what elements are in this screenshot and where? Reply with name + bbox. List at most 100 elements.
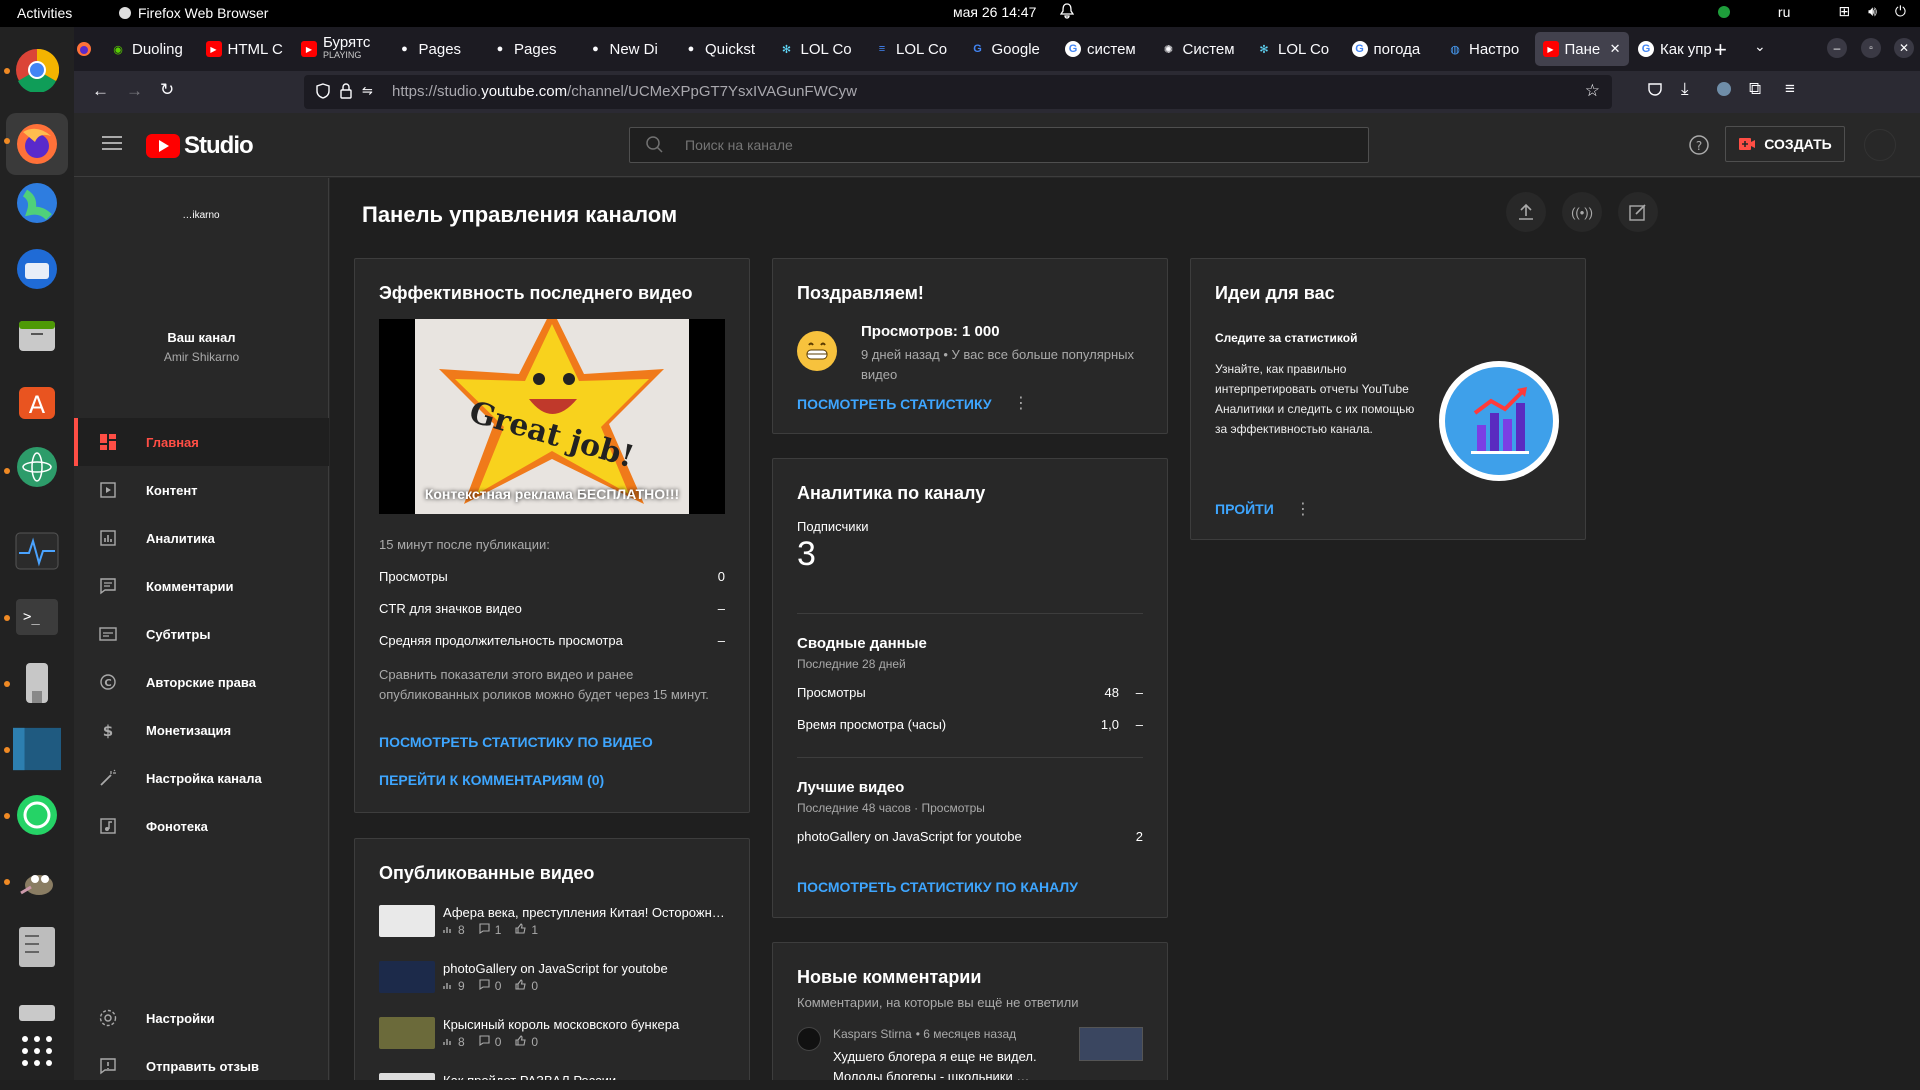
new-tab-button[interactable]: + [1714,37,1727,63]
comment-author[interactable]: Kaspars Stirna [833,1027,912,1041]
back-arrow-icon[interactable]: ← [92,81,109,101]
lock-icon[interactable] [340,83,352,103]
video-title[interactable]: Афера века, преступления Китая! Осторожн… [443,905,723,920]
video-title[interactable]: Крысиный король московского бункера [443,1017,723,1032]
vpn-indicator-icon[interactable] [1717,5,1730,18]
reload-icon[interactable]: ↻ [160,80,174,100]
extension-icon[interactable] [1715,80,1733,103]
upload-icon[interactable] [1506,192,1546,232]
thunderbird-icon[interactable] [13,245,61,293]
sidebar-item[interactable]: $ Монетизация [74,706,329,754]
chrome-icon[interactable] [13,46,61,94]
usb-drive-icon[interactable] [13,659,61,707]
video-thumbnail[interactable] [379,1017,435,1049]
whatsapp-icon[interactable] [13,791,61,839]
ideas-go-link[interactable]: ПРОЙТИ [1215,501,1274,517]
latest-video-thumbnail[interactable]: Great job! Контекстная реклама БЕСПЛАТНО… [379,319,725,514]
video-thumbnail[interactable] [379,1073,435,1080]
channel-search[interactable] [629,127,1369,163]
sidebar-item[interactable]: Контент [74,466,329,514]
browser-tab[interactable]: ● Pages [389,32,483,66]
browser-globe-icon[interactable] [13,179,61,227]
active-app-menu[interactable]: Firefox Web Browser [118,5,268,21]
channel-avatar[interactable]: …ikarno [145,198,257,310]
video-title[interactable]: photoGallery on JavaScript for youtobe [443,961,723,976]
vscode-icon[interactable] [13,725,61,773]
url-text[interactable]: https://studio.youtube.com/channel/UCMeX… [392,83,857,100]
permissions-icon[interactable]: ⇋ [362,83,373,99]
video-list-item[interactable]: Афера века, преступления Китая! Осторожн… [379,905,723,949]
browser-tab[interactable]: G Google [962,32,1056,66]
comment-video-thumbnail[interactable] [1079,1027,1143,1061]
downloads-icon[interactable]: ⤓ [1681,79,1689,99]
gimp-icon[interactable] [13,857,61,905]
sidebar-item[interactable]: Настройка канала [74,754,329,802]
sidebar-item[interactable]: Аналитика [74,514,329,562]
keyboard-layout[interactable]: ru [1778,4,1790,20]
studio-logo[interactable]: Studio [146,132,254,160]
browser-tab[interactable]: Gпогода [1344,32,1438,66]
browser-tab[interactable]: ▶ HTML C [198,32,292,66]
clock[interactable]: мая 26 14:47 [953,4,1036,20]
files-icon[interactable] [13,311,61,359]
browser-tab[interactable]: ▶ Бурятс PLAYING [293,32,387,66]
power-icon[interactable]: ⏻ [1895,3,1906,20]
browser-tab[interactable]: ● Pages [484,32,578,66]
video-title[interactable]: Как пройдет РАЗВАЛ России [443,1073,723,1080]
account-avatar[interactable] [1864,129,1896,161]
create-post-icon[interactable] [1618,192,1658,232]
minimize-window-button[interactable]: – [1827,38,1847,58]
top-video-row[interactable]: photoGallery on JavaScript for youtobe 2 [797,829,1143,844]
close-window-button[interactable]: ✕ [1894,38,1914,58]
forward-arrow-icon[interactable]: → [126,81,143,101]
activities-button[interactable]: Activities [17,5,72,21]
browser-tab[interactable]: ✻ LOL Co [1248,32,1342,66]
url-bar[interactable]: ⇋ https://studio.youtube.com/channel/UCM… [304,75,1612,109]
tracking-shield-icon[interactable] [316,83,330,103]
browser-tab[interactable]: ● Quickst [675,32,769,66]
sidebar-item[interactable]: Комментарии [74,562,329,610]
restore-window-button[interactable]: ▫ [1861,38,1881,58]
notification-bell-icon[interactable] [1059,3,1075,22]
comment-item[interactable]: Kaspars Stirna • 6 месяцев назад Худшего б… [797,1027,1143,1080]
sidebar-item[interactable]: Субтитры [74,610,329,658]
system-monitor-icon[interactable] [13,527,61,575]
volume-icon[interactable]: 🔊︎ [1868,3,1877,20]
file-manager-icon[interactable] [13,923,61,971]
browser-tab[interactable]: ◉ Duoling [102,32,196,66]
help-icon[interactable]: ? [1688,134,1710,161]
browser-tab[interactable]: ▶ Пане ✕ [1534,32,1629,66]
browser-tab[interactable]: G Как упр [1630,32,1724,66]
list-all-tabs-chevron-icon[interactable]: ⌄ [1754,38,1766,55]
video-list-item[interactable]: Как пройдет РАЗВАЛ России [379,1073,719,1080]
pocket-icon[interactable] [1647,81,1663,102]
video-list-item[interactable]: Крысиный король московского бункера 8 0 0 [379,1017,719,1061]
view-stats-link[interactable]: ПОСМОТРЕТЬ СТАТИСТИКУ [797,396,992,412]
browser-tab[interactable]: ✺ Систем [1153,32,1247,66]
sidebar-bottom-item[interactable]: Настройки [74,994,329,1042]
extensions-puzzle-icon[interactable]: ⧉ [1749,79,1761,99]
close-tab-icon[interactable]: ✕ [1610,41,1621,57]
atom-editor-icon[interactable] [13,443,61,491]
create-button[interactable]: СОЗДАТЬ [1725,126,1845,162]
app-center-icon[interactable]: A [13,377,61,425]
bookmark-star-icon[interactable]: ☆ [1585,81,1600,101]
search-input[interactable] [685,135,1335,155]
browser-tab[interactable]: ✻ LOL Co [771,32,865,66]
terminal-icon[interactable]: >_ [13,593,61,641]
sidebar-item[interactable]: C Авторские права [74,658,329,706]
sidebar-item[interactable]: Фонотека [74,802,329,850]
commenter-avatar[interactable] [797,1027,821,1051]
video-thumbnail[interactable] [379,961,435,993]
network-icon[interactable]: ⊞ [1838,3,1850,20]
browser-tab[interactable]: Gсистем [1057,32,1151,66]
hamburger-menu-icon[interactable] [102,135,122,156]
browser-tab[interactable]: ◍ Настро [1439,32,1533,66]
view-channel-stats-link[interactable]: ПОСМОТРЕТЬ СТАТИСТИКУ ПО КАНАЛУ [797,879,1078,895]
firefox-view-icon[interactable] [74,39,94,59]
browser-tab[interactable]: ≡ LOL Co [866,32,960,66]
show-apps-icon[interactable] [13,1027,61,1075]
system-tray[interactable]: ru ⊞ 🔊︎ ⏻ [1717,3,1906,20]
video-thumbnail[interactable] [379,905,435,937]
go-live-icon[interactable]: ((•)) [1562,192,1602,232]
